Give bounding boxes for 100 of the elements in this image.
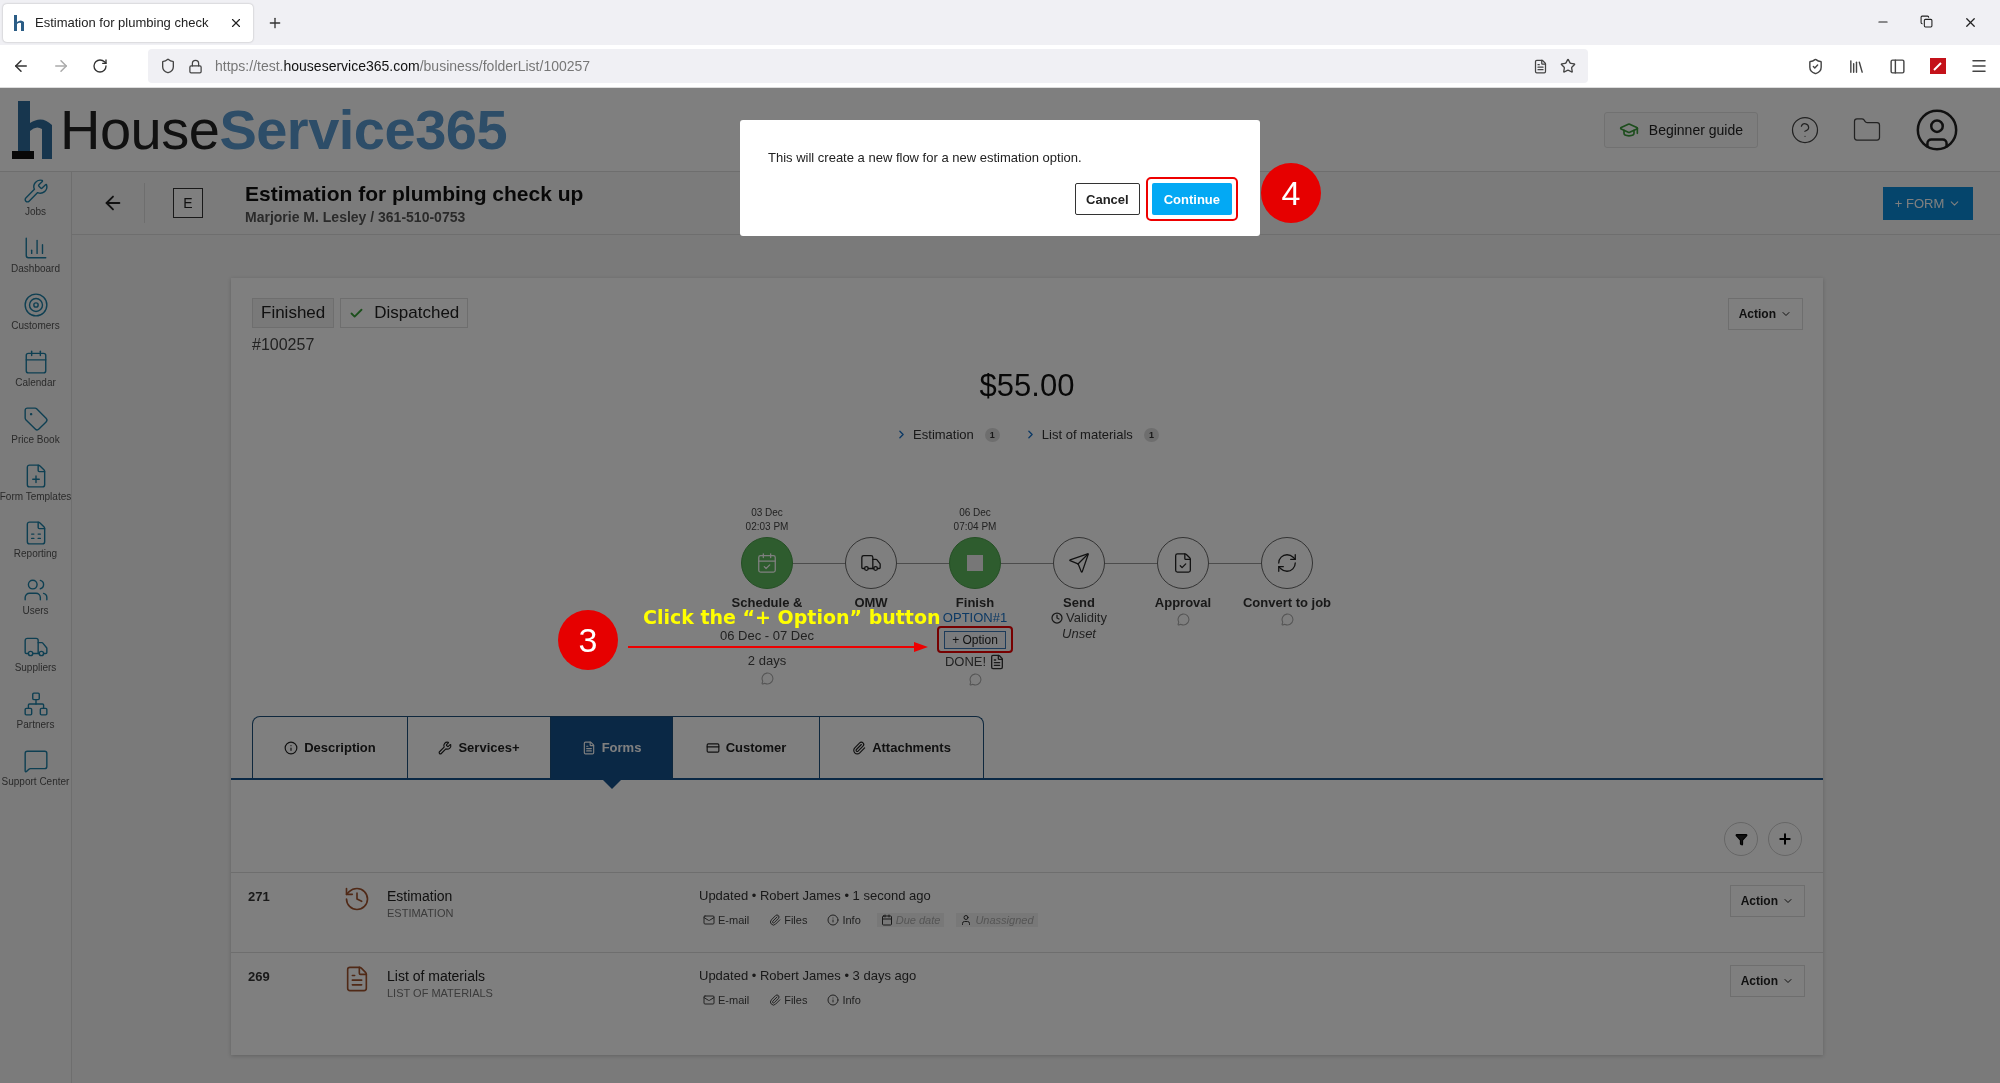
tab[interactable]: Attachments [820, 716, 984, 778]
mail-icon [703, 914, 715, 926]
extension-icon[interactable] [1930, 58, 1946, 74]
favicon-icon [13, 14, 27, 31]
action-button[interactable]: Action [1727, 298, 1803, 330]
cancel-button[interactable]: Cancel [1075, 183, 1140, 215]
validity-label: Validity [1066, 610, 1107, 626]
info-icon [827, 914, 840, 926]
step-label: Convert to job [1242, 595, 1332, 610]
step-date: 03 Dec [751, 506, 783, 520]
step-label: Approval [1154, 595, 1212, 610]
sidebar-icon[interactable] [1889, 57, 1906, 75]
back-icon[interactable] [12, 57, 30, 75]
sidebar-label: Partners [16, 719, 55, 730]
status-chip: Finished [252, 298, 335, 328]
meta-link[interactable]: Files [765, 913, 812, 927]
truck-icon [860, 552, 882, 574]
filter-button[interactable] [1724, 822, 1758, 856]
beginner-guide-button[interactable]: Beginner guide [1603, 111, 1758, 148]
form-type: ESTIMATION [387, 907, 455, 919]
reload-icon[interactable] [92, 58, 108, 74]
form-number: 271 [248, 889, 271, 904]
add-option-button[interactable]: + Option [944, 631, 1006, 649]
sidebar-label: Reporting [13, 548, 58, 559]
meta-link[interactable]: Files [765, 993, 812, 1007]
step-circle[interactable] [845, 537, 897, 589]
job-subtitle: Marjorie M. Lesley / 361-510-0753 [245, 208, 467, 225]
meta-link[interactable]: E-mail [699, 913, 754, 927]
network-icon [22, 691, 49, 717]
paperclip-icon [769, 914, 782, 926]
sidebar-item[interactable]: Partners [0, 691, 72, 748]
step-circle[interactable] [1157, 537, 1209, 589]
sidebar-item[interactable]: Dashboard [0, 235, 72, 292]
restore-icon[interactable] [1920, 15, 1933, 28]
sidebar-item[interactable]: Suppliers [0, 634, 72, 691]
tab[interactable]: Customer [673, 716, 820, 778]
sidebar-item[interactable]: Users [0, 577, 72, 634]
tag-icon [22, 406, 49, 432]
form-number: 269 [248, 969, 271, 984]
document-icon [989, 654, 1006, 670]
status-chip: Dispatched [340, 298, 469, 328]
sidebar-item[interactable]: Jobs [0, 178, 72, 235]
step-circle[interactable] [1261, 537, 1313, 589]
sidebar-item[interactable]: Form Templates [0, 463, 72, 520]
menu-icon[interactable] [1970, 57, 1988, 75]
browser-tab[interactable]: Estimation for plumbing check [3, 3, 253, 42]
action-button[interactable]: Action [1729, 965, 1805, 997]
meta-link[interactable]: E-mail [699, 993, 754, 1007]
tab[interactable]: Services+ [408, 716, 551, 778]
info-icon [284, 740, 299, 755]
option-link[interactable]: OPTION#1 [942, 610, 1008, 625]
total-amount: $55.00 [979, 368, 1075, 404]
card-icon [705, 740, 720, 755]
library-icon[interactable] [1848, 57, 1865, 75]
sidebar-label: Jobs [24, 206, 47, 217]
sidebar-item[interactable]: Calendar [0, 349, 72, 406]
help-icon[interactable] [1790, 114, 1820, 145]
step-circle[interactable] [1053, 537, 1105, 589]
plus-icon [1777, 831, 1793, 847]
step-date: 06 Dec [959, 506, 991, 520]
arrow-icon [628, 641, 928, 653]
summary-link[interactable]: List of materials 1 [1023, 427, 1159, 442]
step-time: 02:03 PM [745, 520, 789, 534]
target-icon [22, 292, 49, 318]
history-document-icon [343, 885, 371, 913]
star-icon[interactable] [1560, 58, 1576, 74]
form-name[interactable]: Estimation [387, 888, 699, 904]
sidebar-item[interactable]: Support Center [0, 748, 72, 805]
close-icon[interactable] [1963, 15, 1978, 30]
form-button[interactable]: + FORM [1883, 186, 1973, 220]
continue-button[interactable]: Continue [1151, 183, 1232, 215]
meta-link[interactable]: Info [823, 993, 865, 1007]
sidebar-label: Users [22, 605, 49, 616]
sidebar-label: Customers [11, 320, 60, 331]
user-icon [960, 914, 973, 926]
shield-icon[interactable] [160, 58, 176, 74]
update-info: Updated • Robert James • 3 days ago [699, 968, 918, 983]
address-field[interactable]: https://test.houseservice365.com/business/folderList/100257 [148, 49, 1588, 83]
sidebar-item[interactable]: Reporting [0, 520, 72, 577]
filter-icon [1734, 832, 1748, 846]
meta-link[interactable]: Info [823, 913, 865, 927]
form-name[interactable]: List of materials [387, 968, 699, 984]
users-icon [22, 577, 49, 603]
calendar-check-icon [756, 552, 778, 574]
tab-title: Estimation for plumbing check [35, 15, 210, 30]
sidebar-item[interactable]: Customers [0, 292, 72, 349]
status-text: DONE! [944, 654, 987, 670]
summary-link[interactable]: Estimation 1 [895, 427, 1000, 442]
sidebar-item[interactable]: Price Book [0, 406, 72, 463]
lock-icon [188, 58, 203, 74]
cycle-icon [1276, 552, 1298, 574]
sidebar-label: Support Center [1, 776, 70, 787]
document-check-icon [1172, 552, 1194, 574]
url-text: https://test.houseservice365.com/business/folderList/100257 [215, 58, 592, 74]
tab[interactable]: Description [252, 716, 408, 778]
reader-icon[interactable] [1533, 58, 1548, 74]
clock-icon [1051, 612, 1063, 624]
add-button[interactable] [1768, 822, 1802, 856]
action-button[interactable]: Action [1729, 885, 1805, 917]
validity-value: Unset [1062, 626, 1096, 642]
